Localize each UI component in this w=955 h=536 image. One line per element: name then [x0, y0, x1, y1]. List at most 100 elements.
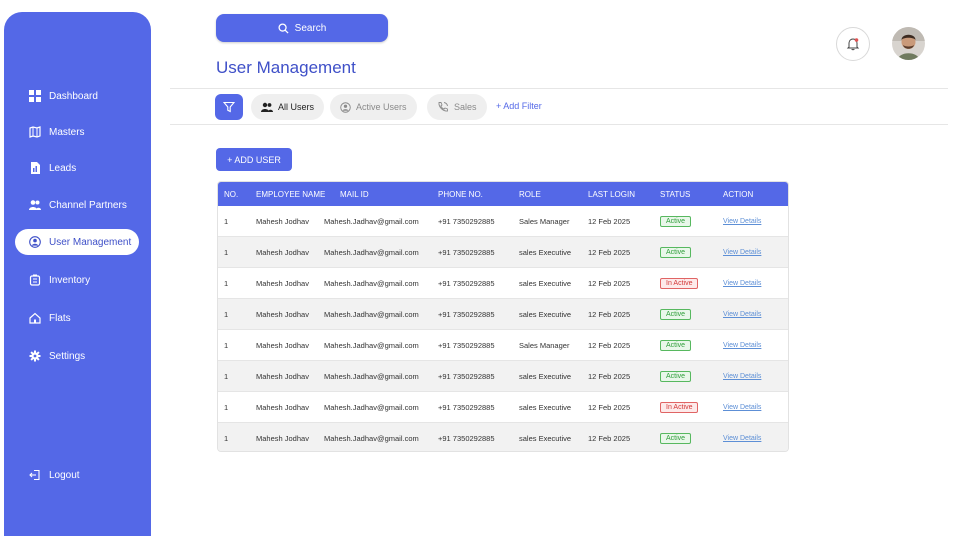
- action-cell: View Details: [723, 330, 761, 360]
- sidebar-item-label: Inventory: [49, 274, 91, 286]
- notification-button[interactable]: [836, 27, 870, 61]
- cell-last-login: 12 Feb 2025: [588, 309, 631, 319]
- column-header: LAST LOGIN: [588, 189, 635, 199]
- sidebar-item-label: Settings: [49, 350, 86, 362]
- users-icon: [29, 199, 41, 211]
- column-header: STATUS: [660, 189, 691, 199]
- logout-icon: [29, 469, 41, 481]
- cell-no: 1: [224, 340, 229, 350]
- status-badge: Active: [660, 339, 692, 351]
- page-title: User Management: [216, 58, 356, 77]
- status-cell: Active: [660, 237, 692, 267]
- filter-button[interactable]: [215, 94, 243, 120]
- cell-mail-id: Mahesh.Jadhav@gmail.com: [324, 216, 419, 226]
- cell-no: 1: [224, 278, 229, 288]
- cell-mail-id: Mahesh.Jadhav@gmail.com: [324, 433, 419, 443]
- table-row: 1 Mahesh Jodhav Mahesh.Jadhav@gmail.com …: [218, 268, 788, 299]
- cell-phone: +91 7350292885: [438, 402, 495, 412]
- cell-no: 1: [224, 216, 229, 226]
- sidebar-item-dashboard[interactable]: Dashboard: [15, 83, 139, 109]
- avatar[interactable]: [892, 27, 925, 60]
- status-cell: Active: [660, 423, 692, 451]
- column-header: MAIL ID: [340, 189, 369, 199]
- table-row: 1 Mahesh Jodhav Mahesh.Jadhav@gmail.com …: [218, 361, 788, 392]
- cell-last-login: 12 Feb 2025: [588, 247, 631, 257]
- cell-mail-id: Mahesh.Jadhav@gmail.com: [324, 247, 419, 257]
- logout-label: Logout: [49, 469, 80, 481]
- cell-role: sales Executive: [519, 433, 572, 443]
- view-details-link[interactable]: View Details: [723, 311, 761, 318]
- table-row: 1 Mahesh Jodhav Mahesh.Jadhav@gmail.com …: [218, 330, 788, 361]
- sidebar-item-inventory[interactable]: Inventory: [15, 267, 139, 293]
- table-row: 1 Mahesh Jodhav Mahesh.Jadhav@gmail.com …: [218, 299, 788, 330]
- logout-button[interactable]: Logout: [15, 462, 139, 488]
- column-header: EMPLOYEE NAME: [256, 189, 326, 199]
- cell-employee-name: Mahesh Jodhav: [256, 309, 309, 319]
- view-details-link[interactable]: View Details: [723, 435, 761, 442]
- action-cell: View Details: [723, 361, 761, 391]
- cell-phone: +91 7350292885: [438, 247, 495, 257]
- view-details-link[interactable]: View Details: [723, 342, 761, 349]
- column-header: PHONE NO.: [438, 189, 483, 199]
- sidebar: Dashboard Masters Leads Channel Partners…: [4, 12, 151, 536]
- cell-role: Sales Manager: [519, 216, 570, 226]
- add-filter-link[interactable]: + Add Filter: [496, 101, 542, 111]
- cell-employee-name: Mahesh Jodhav: [256, 433, 309, 443]
- user-circle-icon: [340, 101, 351, 113]
- sidebar-item-label: Dashboard: [49, 90, 98, 102]
- cell-role: sales Executive: [519, 309, 572, 319]
- sidebar-item-leads[interactable]: Leads: [15, 155, 139, 181]
- view-details-link[interactable]: View Details: [723, 218, 761, 225]
- cell-phone: +91 7350292885: [438, 340, 495, 350]
- inventory-icon: [29, 274, 41, 286]
- gear-icon: [29, 350, 41, 362]
- cell-mail-id: Mahesh.Jadhav@gmail.com: [324, 402, 419, 412]
- sidebar-item-label: User Management: [49, 236, 132, 248]
- column-header: ROLE: [519, 189, 541, 199]
- cell-last-login: 12 Feb 2025: [588, 216, 631, 226]
- status-badge: Active: [660, 432, 692, 444]
- chip-all-users[interactable]: All Users: [251, 94, 325, 120]
- chip-sales[interactable]: Sales: [427, 94, 487, 120]
- cell-role: sales Executive: [519, 371, 572, 381]
- view-details-link[interactable]: View Details: [723, 280, 761, 287]
- sidebar-item-flats[interactable]: Flats: [15, 305, 139, 331]
- status-badge: Active: [660, 308, 692, 320]
- table-row: 1 Mahesh Jodhav Mahesh.Jadhav@gmail.com …: [218, 237, 788, 268]
- cell-phone: +91 7350292885: [438, 371, 495, 381]
- search-button[interactable]: Search: [216, 14, 388, 42]
- action-cell: View Details: [723, 206, 761, 236]
- chip-active-users[interactable]: Active Users: [330, 94, 417, 120]
- cell-no: 1: [224, 371, 229, 381]
- status-badge: In Active: [660, 401, 699, 413]
- users-icon: [261, 102, 273, 112]
- cell-no: 1: [224, 433, 229, 443]
- action-cell: View Details: [723, 237, 761, 267]
- table-body: 1 Mahesh Jodhav Mahesh.Jadhav@gmail.com …: [218, 206, 788, 451]
- sidebar-item-label: Leads: [49, 162, 77, 174]
- sidebar-item-channel-partners[interactable]: Channel Partners: [15, 192, 139, 218]
- bell-icon: [846, 37, 860, 51]
- status-badge: In Active: [660, 277, 699, 289]
- sidebar-item-masters[interactable]: Masters: [15, 119, 139, 145]
- cell-last-login: 12 Feb 2025: [588, 340, 631, 350]
- add-user-button[interactable]: + ADD USER: [216, 148, 292, 171]
- sidebar-item-user-management[interactable]: User Management: [15, 229, 139, 255]
- view-details-link[interactable]: View Details: [723, 404, 761, 411]
- view-details-link[interactable]: View Details: [723, 373, 761, 380]
- cell-last-login: 12 Feb 2025: [588, 278, 631, 288]
- cell-employee-name: Mahesh Jodhav: [256, 247, 309, 257]
- search-icon: [278, 22, 289, 34]
- sidebar-item-label: Channel Partners: [49, 199, 127, 211]
- view-details-link[interactable]: View Details: [723, 249, 761, 256]
- table-row: 1 Mahesh Jodhav Mahesh.Jadhav@gmail.com …: [218, 206, 788, 237]
- table-row: 1 Mahesh Jodhav Mahesh.Jadhav@gmail.com …: [218, 392, 788, 423]
- cell-employee-name: Mahesh Jodhav: [256, 371, 309, 381]
- cell-mail-id: Mahesh.Jadhav@gmail.com: [324, 371, 419, 381]
- document-icon: [29, 162, 41, 174]
- action-cell: View Details: [723, 268, 761, 298]
- status-badge: Active: [660, 246, 692, 258]
- sidebar-item-label: Flats: [49, 312, 71, 324]
- sidebar-item-settings[interactable]: Settings: [15, 343, 139, 369]
- cell-mail-id: Mahesh.Jadhav@gmail.com: [324, 340, 419, 350]
